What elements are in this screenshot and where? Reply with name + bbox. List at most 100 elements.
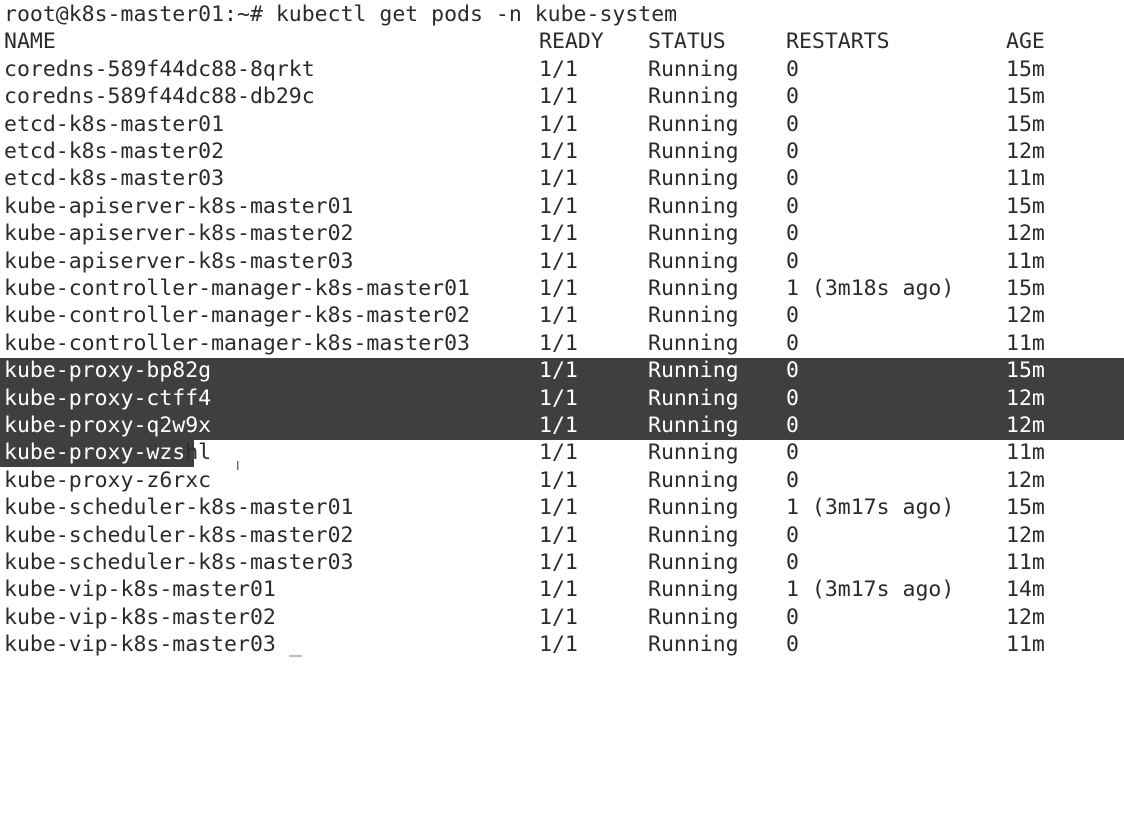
pod-status: Running: [648, 495, 739, 521]
pod-age: 12m: [1006, 139, 1045, 164]
pod-status: Running: [648, 303, 739, 329]
pod-ready: 1/1: [539, 495, 578, 521]
terminal-window[interactable]: root@k8s-master01:~# kubectl get pods -n…: [0, 0, 1124, 660]
pod-age: 15m: [1006, 56, 1045, 82]
pod-age: 11m: [1006, 330, 1045, 356]
pod-name: etcd-k8s-master02: [4, 139, 225, 164]
terminal-cursor: [289, 655, 302, 657]
pod-status: Running: [648, 166, 739, 192]
pod-ready: 1/1: [539, 111, 578, 137]
pod-row: coredns-589f44dc88-8qrkt 1/1 Running 0 1…: [0, 56, 1124, 83]
header-age: AGE: [1006, 29, 1045, 55]
pod-restarts: 0: [786, 522, 799, 548]
pod-restarts: 1 (3m17s ago): [786, 577, 955, 603]
pod-age: 12m: [1006, 303, 1045, 329]
pod-row: etcd-k8s-master03 1/1 Running 0 11m: [0, 165, 1124, 192]
header-status: STATUS: [648, 29, 726, 55]
pod-name: kube-apiserver-k8s-master03: [4, 248, 354, 274]
pod-row: etcd-k8s-master01 1/1 Running 0 15m: [0, 111, 1124, 138]
pod-age: 14m: [1006, 577, 1045, 603]
pod-row: kube-proxy-z6rxc 1/1 Running 0 12m: [0, 467, 1124, 494]
pod-name: etcd-k8s-master03: [4, 166, 225, 192]
command-text: root@k8s-master01:~# kubectl get pods -n…: [4, 1, 677, 28]
pod-name: etcd-k8s-master01: [4, 111, 225, 137]
pod-ready: 1/1: [539, 330, 578, 356]
ibeam-cursor-icon: I: [236, 459, 240, 473]
pod-status: Running: [648, 577, 739, 603]
pod-status: Running: [648, 221, 739, 247]
command-line: root@k8s-master01:~# kubectl get pods -n…: [0, 1, 1124, 28]
pod-name: kube-scheduler-k8s-master01: [4, 495, 354, 521]
pod-restarts: 0: [786, 84, 799, 110]
pod-ready: 1/1: [539, 440, 578, 466]
pod-age: 12m: [1006, 385, 1045, 411]
pod-age: 15m: [1006, 111, 1045, 137]
pod-name: kube-apiserver-k8s-master02: [4, 221, 354, 247]
pod-name: kube-proxy-q2w9x: [4, 413, 212, 438]
pod-age: 11m: [1006, 166, 1045, 192]
pod-status: Running: [648, 276, 739, 301]
kubectl-command: kubectl get pods -n kube-system: [275, 2, 678, 27]
pod-status: Running: [648, 111, 739, 137]
pod-ready: 1/1: [539, 358, 578, 384]
pod-ready: 1/1: [539, 303, 578, 329]
pod-restarts: 0: [786, 413, 799, 438]
pod-restarts: 0: [786, 550, 799, 575]
pod-age: 12m: [1006, 221, 1045, 247]
pod-ready: 1/1: [539, 56, 578, 82]
pod-ready: 1/1: [539, 166, 578, 192]
pod-status: Running: [648, 56, 739, 82]
pod-name: kube-controller-manager-k8s-master01: [4, 276, 470, 301]
pod-age: 15m: [1006, 276, 1045, 301]
pod-age: 11m: [1006, 248, 1045, 274]
pod-name: kube-proxy-ctff4: [4, 385, 212, 411]
pod-row: kube-apiserver-k8s-master02 1/1 Running …: [0, 220, 1124, 247]
pod-age: 12m: [1006, 522, 1045, 548]
pod-ready: 1/1: [539, 248, 578, 274]
pod-name: kube-controller-manager-k8s-master02: [4, 303, 470, 329]
pod-row: kube-vip-k8s-master03 1/1 Running 0 11m: [0, 631, 1124, 658]
pod-restarts: 0: [786, 467, 799, 493]
pod-status: Running: [648, 358, 739, 384]
pod-restarts: 1 (3m18s ago): [786, 276, 955, 301]
pod-age: 15m: [1006, 495, 1045, 521]
pod-name: coredns-589f44dc88-db29c: [4, 84, 315, 110]
pod-restarts: 0: [786, 303, 799, 329]
pod-age: 15m: [1006, 358, 1045, 384]
pod-ready: 1/1: [539, 632, 578, 658]
pod-row: kube-controller-manager-k8s-master02 1/1…: [0, 302, 1124, 329]
pod-name: kube-controller-manager-k8s-master03: [4, 330, 470, 356]
pod-restarts: 0: [786, 166, 799, 192]
pod-status: Running: [648, 550, 739, 575]
pod-age: 15m: [1006, 84, 1045, 110]
pod-status: Running: [648, 604, 739, 630]
pod-ready: 1/1: [539, 385, 578, 411]
pod-status: Running: [648, 632, 739, 658]
pod-status: Running: [648, 248, 739, 274]
header-restarts: RESTARTS: [786, 29, 890, 55]
pod-status: Running: [648, 440, 739, 466]
pod-restarts: 0: [786, 221, 799, 247]
pod-restarts: 0: [786, 330, 799, 356]
pod-row: kube-controller-manager-k8s-master01 1/1…: [0, 275, 1124, 302]
pod-name: kube-proxy-bp82g: [4, 358, 212, 384]
pod-row: kube-vip-k8s-master01 1/1 Running 1 (3m1…: [0, 576, 1124, 603]
pod-row: etcd-k8s-master02 1/1 Running 0 12m: [0, 138, 1124, 165]
pod-row: kube-scheduler-k8s-master01 1/1 Running …: [0, 494, 1124, 521]
pod-status: Running: [648, 467, 739, 493]
pod-ready: 1/1: [539, 139, 578, 164]
pod-ready: 1/1: [539, 413, 578, 438]
pod-status: Running: [648, 139, 739, 164]
pod-row: kube-controller-manager-k8s-master03 1/1…: [0, 330, 1124, 357]
pod-age: 12m: [1006, 467, 1045, 493]
pod-name: kube-vip-k8s-master02: [4, 604, 276, 630]
pod-ready: 1/1: [539, 522, 578, 548]
pod-row: kube-scheduler-k8s-master03 1/1 Running …: [0, 549, 1124, 576]
pod-ready: 1/1: [539, 604, 578, 630]
pod-status: Running: [648, 385, 739, 411]
pod-age: 11m: [1006, 550, 1045, 575]
pod-ready: 1/1: [539, 84, 578, 110]
pod-row-selected: kube-proxy-ctff4 1/1 Running 0 12m: [0, 385, 1124, 412]
pod-restarts: 0: [786, 632, 799, 658]
pod-row-partial-selection: kube-proxy-wzshl 1/1 Running 0 11m: [0, 439, 1124, 466]
